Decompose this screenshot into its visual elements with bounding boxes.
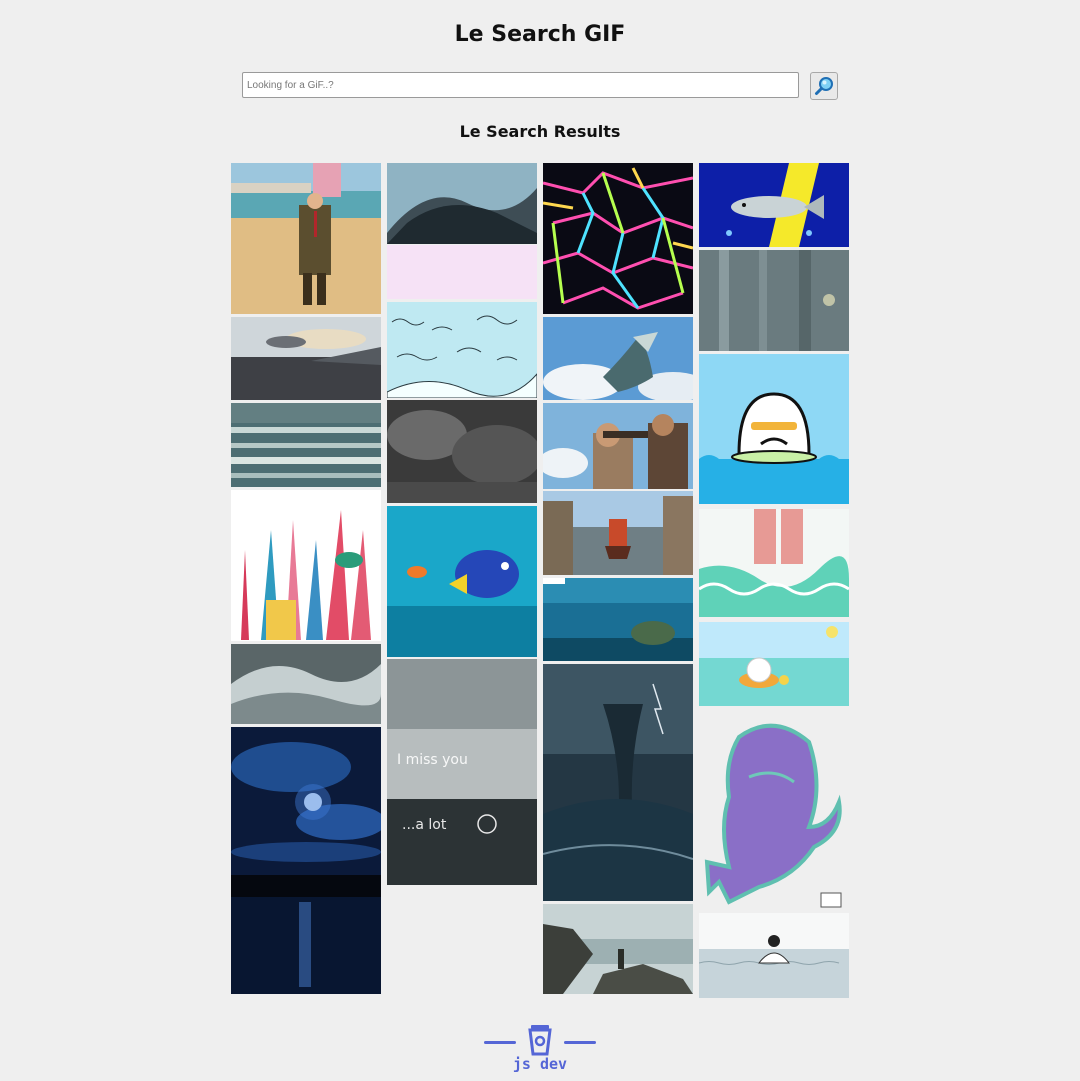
gif-result[interactable] <box>231 490 381 641</box>
gif-result[interactable] <box>231 727 381 994</box>
gif-thumbnail <box>543 664 693 901</box>
gif-result[interactable] <box>699 622 849 706</box>
svg-text:...a lot: ...a lot <box>402 817 447 833</box>
gif-result[interactable] <box>543 664 693 901</box>
svg-text:I miss you: I miss you <box>397 752 468 768</box>
gif-thumbnail <box>231 163 381 314</box>
gif-thumbnail <box>387 163 537 244</box>
gif-thumbnail <box>543 163 693 314</box>
gif-result[interactable] <box>387 163 537 244</box>
results-heading: Le Search Results <box>459 122 621 141</box>
gif-thumbnail <box>543 491 693 575</box>
gif-thumbnail <box>231 490 381 641</box>
gif-thumbnail <box>231 403 381 487</box>
gif-thumbnail <box>543 904 693 994</box>
gif-result[interactable] <box>543 163 693 314</box>
gif-thumbnail <box>699 622 849 706</box>
gif-result[interactable] <box>699 717 849 910</box>
gif-result[interactable] <box>543 491 693 575</box>
gif-result[interactable] <box>387 302 537 398</box>
gif-thumbnail <box>699 250 849 351</box>
gif-thumbnail <box>699 163 849 247</box>
gif-thumbnail <box>231 644 381 724</box>
gif-result[interactable] <box>543 317 693 400</box>
gif-result[interactable] <box>543 578 693 661</box>
gif-result[interactable] <box>543 904 693 994</box>
gif-result[interactable]: I miss you ...a lot <box>387 659 537 885</box>
coffee-cup-icon[interactable] <box>526 1024 554 1056</box>
gif-thumbnail <box>231 317 381 400</box>
gif-thumbnail <box>387 400 537 503</box>
footer-brand[interactable]: js dev <box>484 1055 596 1073</box>
gif-result[interactable] <box>699 913 849 998</box>
gif-thumbnail <box>699 354 849 504</box>
gif-result[interactable] <box>387 400 537 503</box>
gif-result[interactable] <box>387 506 537 657</box>
gif-thumbnail <box>543 578 693 661</box>
page-title: Le Search GIF <box>454 22 626 47</box>
gif-result[interactable] <box>231 644 381 724</box>
gif-result[interactable] <box>543 403 693 489</box>
gif-result[interactable] <box>699 163 849 247</box>
gif-thumbnail <box>387 245 537 299</box>
gif-thumbnail <box>231 727 381 994</box>
gif-thumbnail: I miss you ...a lot <box>387 659 537 885</box>
gif-thumbnail <box>699 509 849 617</box>
gif-result[interactable] <box>699 509 849 617</box>
gif-result[interactable] <box>699 354 849 504</box>
magnifier-icon <box>815 77 833 95</box>
footer-divider <box>484 1041 516 1044</box>
gif-thumbnail <box>543 317 693 400</box>
footer: js dev <box>484 1024 596 1074</box>
footer-divider <box>564 1041 596 1044</box>
gif-thumbnail <box>387 302 537 398</box>
gif-result[interactable] <box>231 163 381 314</box>
gif-result[interactable] <box>231 403 381 487</box>
results-grid: I miss you ...a lot <box>231 163 850 998</box>
gif-thumbnail <box>387 506 537 657</box>
gif-thumbnail <box>699 913 849 998</box>
gif-thumbnail <box>543 403 693 489</box>
gif-result[interactable] <box>699 250 849 351</box>
search-button[interactable] <box>810 72 838 100</box>
gif-result[interactable] <box>387 245 537 299</box>
gif-thumbnail <box>699 717 849 910</box>
search-bar <box>242 72 839 100</box>
gif-result[interactable] <box>231 317 381 400</box>
search-input[interactable] <box>242 72 799 98</box>
